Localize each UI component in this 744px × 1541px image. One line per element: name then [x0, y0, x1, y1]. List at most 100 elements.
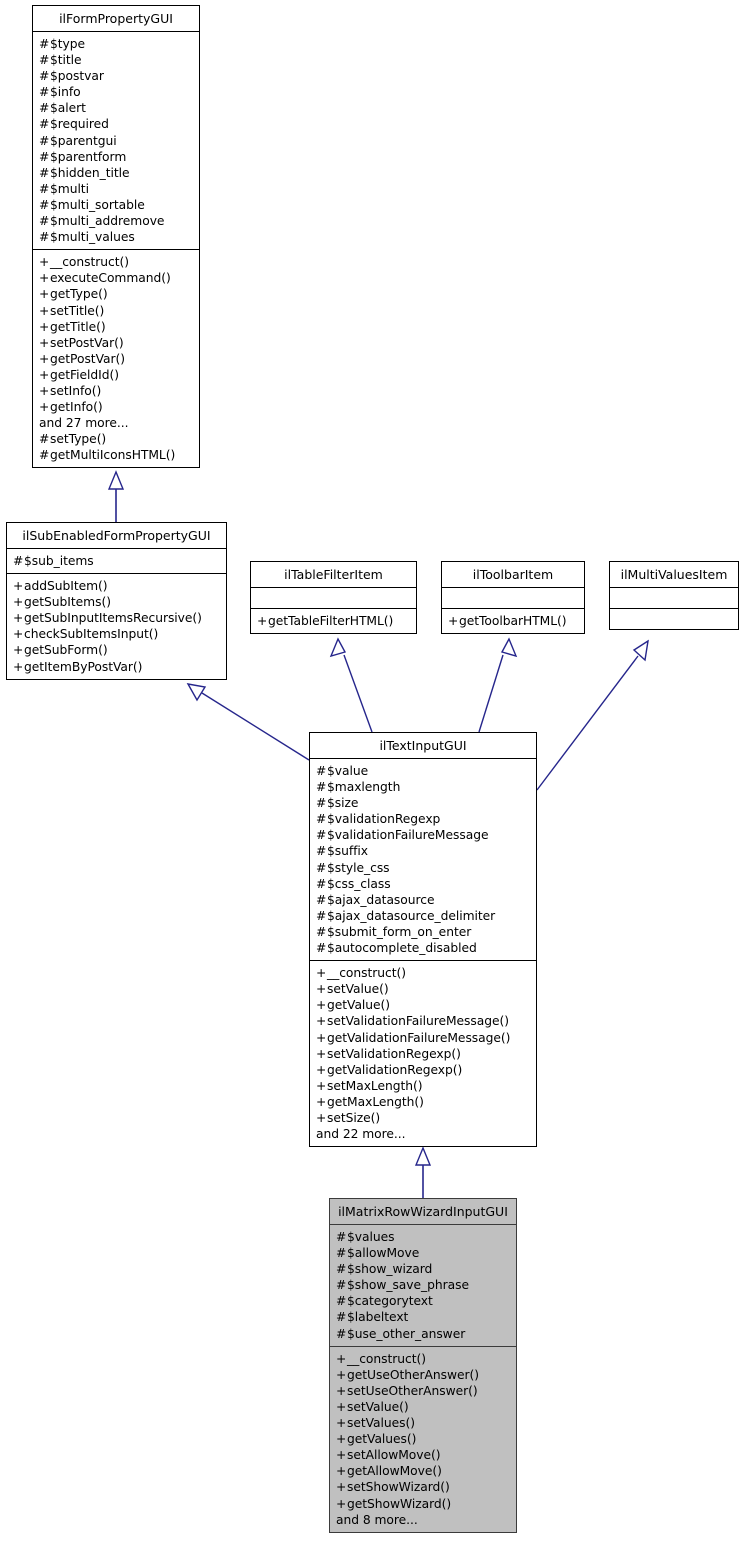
visibility-marker: #	[39, 101, 50, 116]
visibility-marker: +	[336, 1351, 347, 1366]
visibility-marker: #	[39, 230, 50, 245]
member-label: $title	[50, 53, 82, 68]
class-member: #$multi_addremove	[39, 213, 195, 229]
class-member: #$validationFailureMessage	[316, 827, 532, 843]
visibility-marker: #	[316, 876, 327, 891]
member-label: $multi_values	[50, 230, 135, 245]
member-label: $allowMove	[347, 1246, 420, 1261]
member-label: __construct()	[50, 255, 129, 270]
member-label: $autocomplete_disabled	[327, 941, 477, 956]
member-label: $parentform	[50, 149, 127, 164]
visibility-marker: +	[316, 982, 327, 997]
class-member-overflow-note: and 27 more...	[39, 415, 195, 431]
class-member: #$use_other_answer	[336, 1326, 512, 1342]
member-label: getUseOtherAnswer()	[347, 1367, 480, 1382]
member-label: and 27 more...	[39, 416, 129, 431]
visibility-marker: #	[39, 214, 50, 229]
attributes-compartment	[610, 587, 738, 608]
class-member: #$ajax_datasource_delimiter	[316, 908, 532, 924]
visibility-marker: +	[336, 1383, 347, 1398]
member-label: setValidationRegexp()	[327, 1046, 461, 1061]
member-label: $ajax_datasource	[327, 892, 435, 907]
class-member: #$hidden_title	[39, 165, 195, 181]
class-box-iltoolbaritem[interactable]: ilToolbarItem +getToolbarHTML()	[441, 561, 585, 635]
member-label: setUseOtherAnswer()	[347, 1383, 478, 1398]
member-label: $multi_sortable	[50, 197, 145, 212]
member-label: $categorytext	[347, 1294, 433, 1309]
class-title: ilMatrixRowWizardInputGUI	[338, 1204, 508, 1219]
member-label: $type	[50, 37, 86, 51]
member-label: $size	[327, 796, 359, 811]
class-box-iltextinputgui[interactable]: ilTextInputGUI #$value #$maxlength #$size #…	[309, 732, 537, 1148]
member-label: getMultiIconsHTML()	[50, 448, 176, 463]
member-label: $multi	[50, 181, 89, 196]
member-label: getFieldId()	[50, 367, 120, 382]
class-member: +checkSubItemsInput()	[13, 626, 222, 642]
member-label: __construct()	[347, 1351, 426, 1366]
class-box-ilmatrixrowwizardinputgui[interactable]: ilMatrixRowWizardInputGUI #$values #$allo…	[329, 1198, 517, 1533]
visibility-marker: +	[39, 319, 50, 334]
visibility-marker: #	[39, 133, 50, 148]
visibility-marker: +	[13, 627, 24, 642]
class-member: #$postvar	[39, 68, 195, 84]
member-label: $validationRegexp	[327, 812, 441, 827]
class-box-ilsubenabledformpropertygui[interactable]: ilSubEnabledFormPropertyGUI #$sub_items …	[6, 522, 227, 680]
class-member: +setSize()	[316, 1110, 532, 1126]
class-member: #$parentform	[39, 149, 195, 165]
visibility-marker: #	[316, 780, 327, 795]
visibility-marker: #	[39, 69, 50, 84]
visibility-marker: +	[316, 1110, 327, 1125]
class-member: #$show_wizard	[336, 1261, 512, 1277]
class-box-ilmultivaluesitem[interactable]: ilMultiValuesItem	[609, 561, 739, 630]
class-member: +getUseOtherAnswer()	[336, 1367, 512, 1383]
visibility-marker: #	[336, 1310, 347, 1325]
class-member: #$allowMove	[336, 1245, 512, 1261]
member-label: $use_other_answer	[347, 1326, 466, 1341]
attributes-compartment: #$sub_items	[7, 548, 226, 573]
class-member: +setMaxLength()	[316, 1078, 532, 1094]
visibility-marker: #	[316, 812, 327, 827]
member-label: $multi_addremove	[50, 214, 165, 229]
visibility-marker: +	[39, 287, 50, 302]
class-member: +getPostVar()	[39, 351, 195, 367]
visibility-marker: #	[39, 448, 50, 463]
member-label: $style_css	[327, 860, 390, 875]
class-title: ilSubEnabledFormPropertyGUI	[22, 528, 211, 543]
member-label: getShowWizard()	[347, 1496, 452, 1511]
member-label: setType()	[50, 432, 107, 447]
member-label: $maxlength	[327, 780, 401, 795]
class-member: +getSubItems()	[13, 594, 222, 610]
class-member: #$css_class	[316, 876, 532, 892]
visibility-marker: #	[39, 197, 50, 212]
class-member: +getToolbarHTML()	[448, 613, 580, 629]
class-member: +setValidationFailureMessage()	[316, 1013, 532, 1029]
class-box-iltablefilteritem[interactable]: ilTableFilterItem +getTableFilterHTML()	[250, 561, 417, 635]
class-member: +getAllowMove()	[336, 1463, 512, 1479]
member-label: getValues()	[347, 1432, 417, 1447]
class-member: +__construct()	[39, 254, 195, 270]
member-label: getPostVar()	[50, 351, 125, 366]
visibility-marker: #	[316, 908, 327, 923]
visibility-marker: #	[39, 37, 50, 51]
class-member: +getFieldId()	[39, 367, 195, 383]
class-member: +getValidationFailureMessage()	[316, 1030, 532, 1046]
member-label: $parentgui	[50, 133, 117, 148]
member-label: $alert	[50, 101, 86, 116]
class-member: +getValue()	[316, 997, 532, 1013]
visibility-marker: +	[316, 1046, 327, 1061]
class-member: #$alert	[39, 100, 195, 116]
member-label: getValue()	[327, 998, 391, 1013]
class-member: +getTableFilterHTML()	[257, 613, 412, 629]
class-member: #$categorytext	[336, 1293, 512, 1309]
member-label: setAllowMove()	[347, 1448, 441, 1463]
class-member: +setValidationRegexp()	[316, 1046, 532, 1062]
class-member: +getTitle()	[39, 319, 195, 335]
class-member: +setValues()	[336, 1415, 512, 1431]
class-member: +getSubForm()	[13, 642, 222, 658]
class-box-ilformpropertygui[interactable]: ilFormPropertyGUI #$type #$title #$postvar…	[32, 5, 200, 469]
visibility-marker: +	[448, 614, 459, 628]
member-label: setValues()	[347, 1416, 416, 1431]
class-member: #$labeltext	[336, 1309, 512, 1325]
visibility-marker: #	[336, 1294, 347, 1309]
visibility-marker: +	[316, 1062, 327, 1077]
